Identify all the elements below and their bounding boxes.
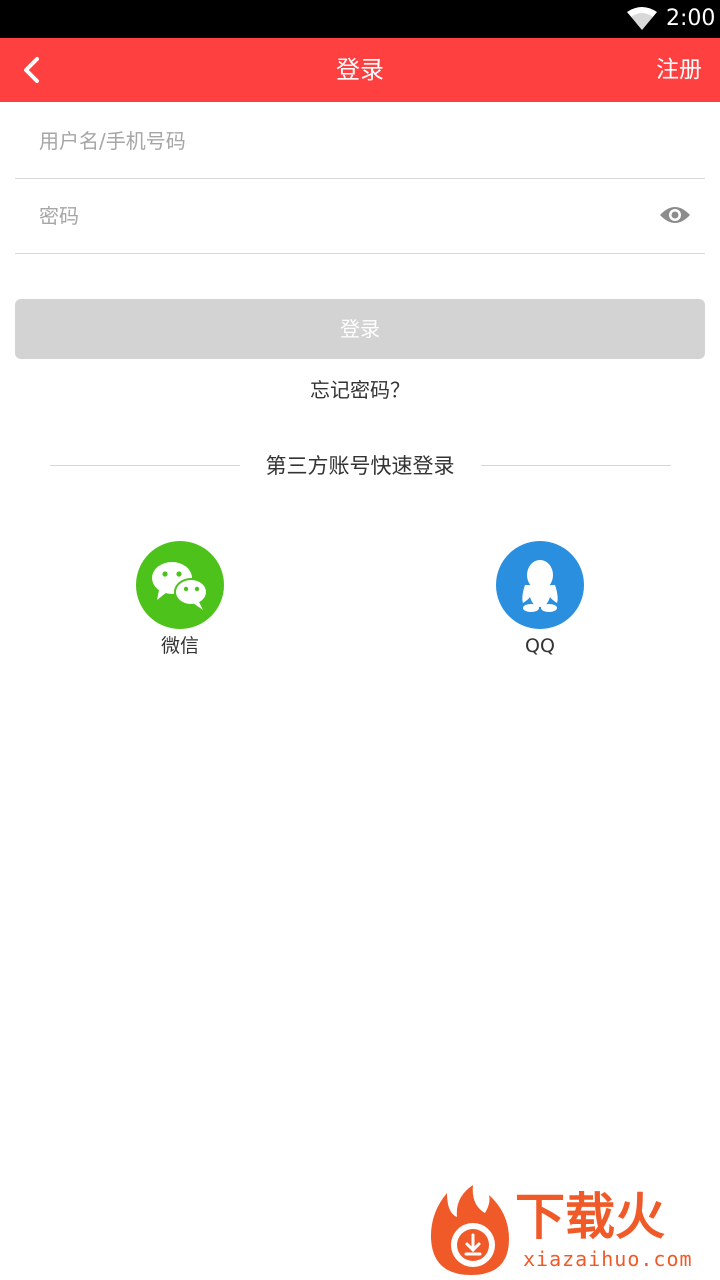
wechat-label: 微信 [160, 635, 199, 657]
eye-icon[interactable] [659, 204, 691, 226]
qq-circle[interactable] [496, 541, 584, 629]
page-title: 登录 [336, 56, 384, 84]
username-field [15, 103, 705, 179]
password-input[interactable] [37, 178, 641, 254]
password-field [15, 178, 705, 254]
qq-login-button[interactable]: QQ [480, 541, 600, 659]
wechat-icon [152, 562, 208, 610]
wechat-login-button[interactable]: 微信 [120, 541, 240, 659]
third-party-title: 第三方账号快速登录 [265, 454, 455, 478]
status-time: 2:00 [666, 6, 716, 31]
username-input[interactable] [37, 103, 641, 179]
qq-penguin-icon [522, 560, 558, 612]
app-bar: 登录 注册 [0, 38, 720, 102]
watermark-url: xiazaihuo.com [523, 1247, 693, 1271]
watermark-brand: 下载火 [515, 1188, 665, 1246]
watermark: 下载火 xiazaihuo.com [425, 1183, 717, 1278]
status-bar: 2:00 [0, 0, 720, 38]
login-button[interactable]: 登录 [15, 299, 705, 359]
wifi-icon [627, 7, 657, 30]
forgot-password-link[interactable]: 忘记密码？ [0, 374, 720, 406]
flame-logo-icon [430, 1185, 509, 1275]
register-button[interactable]: 注册 [656, 38, 702, 102]
wechat-circle[interactable] [136, 541, 224, 629]
qq-label: QQ [525, 635, 555, 657]
